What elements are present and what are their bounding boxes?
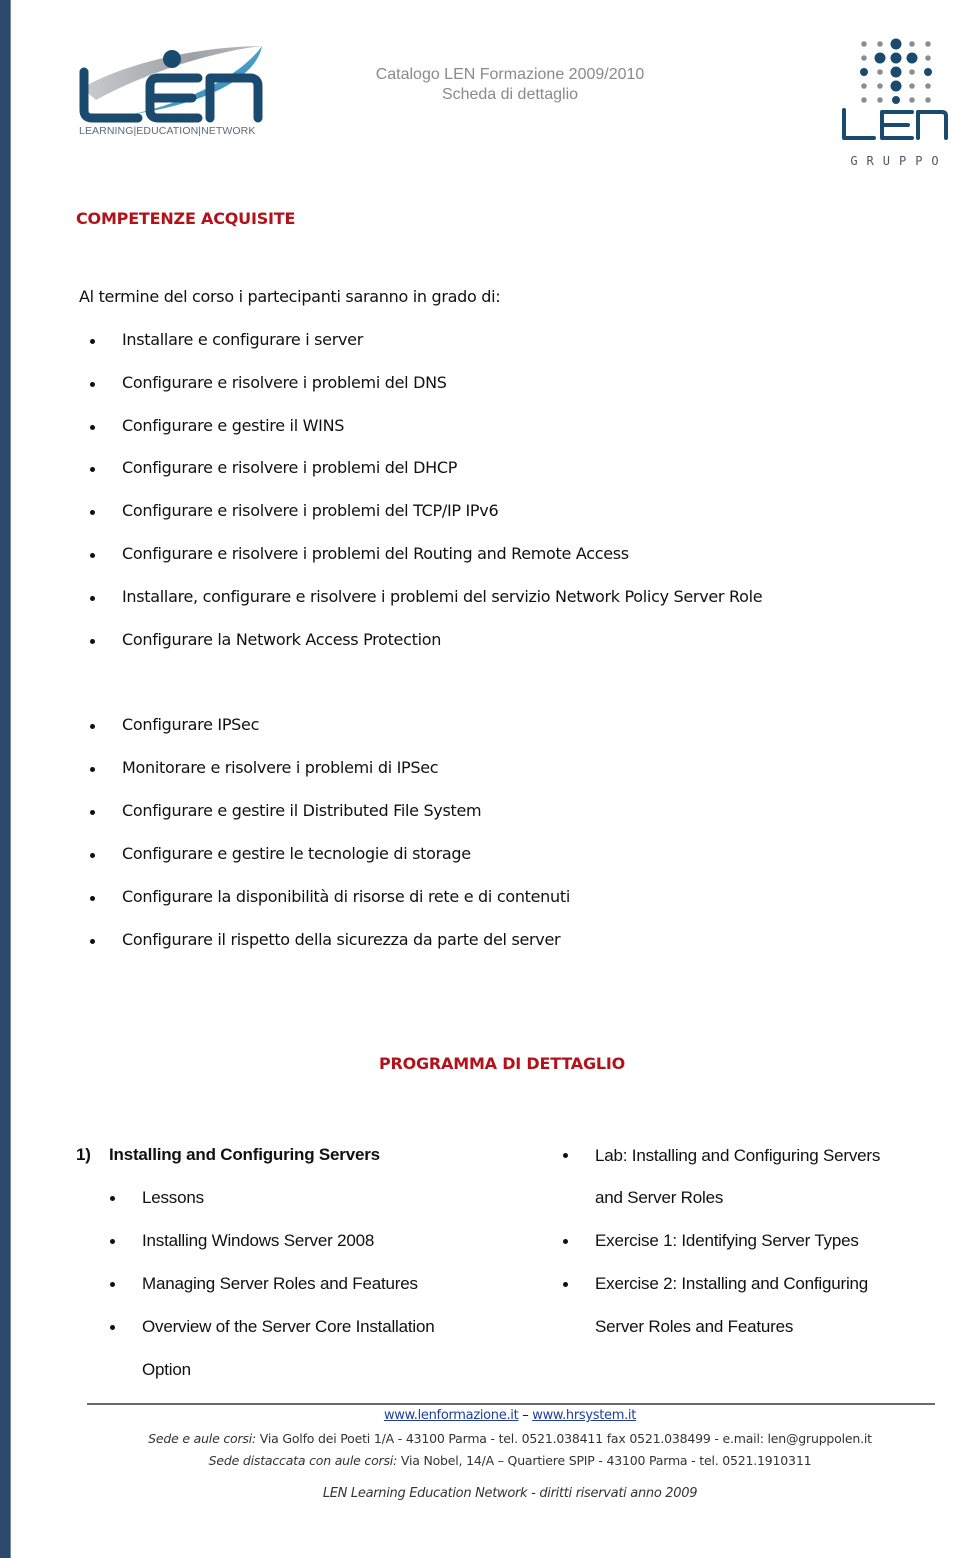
page-left-border [0,0,11,1558]
logo-dot [861,83,867,89]
logo-dot [860,68,868,76]
bullet-icon [90,853,95,858]
gruppo-dots-graphic [842,38,948,140]
bullet-icon [90,596,95,601]
list-item-text: Configurare e gestire il Distributed Fil… [122,801,482,820]
footer-links: www.lenformazione.it – www.hrsystem.it [0,1408,960,1423]
footer-copyright: LEN Learning Education Network - diritti… [322,1486,698,1501]
bullet-icon [90,810,95,815]
logo-dot [877,69,883,75]
logo-dot [925,55,931,61]
list-item-text: Overview of the Server Core Installation [142,1317,435,1336]
logo-dot [892,96,900,104]
list-item-text: Configurare e risolvere i problemi del D… [122,373,447,392]
bullet-icon [110,1196,115,1201]
len-logo-tagline: LEARNING|EDUCATION|NETWORK [79,125,256,137]
list-item-text: Option [142,1360,191,1379]
logo-dot [909,41,915,47]
list-item-text: Server Roles and Features [595,1317,794,1336]
logo-dot [925,83,931,89]
address-main-label: Sede e aule corsi: [148,1431,257,1446]
logo-dot [861,55,867,61]
logo-dot [861,97,867,103]
bullet-icon [90,339,95,344]
catalog-title: Catalogo LEN Formazione 2009/2010 [375,66,645,83]
logo-dot [925,97,931,103]
footer-address-main: Sede e aule corsi: Via Golfo dei Poeti 1… [0,1431,960,1446]
bullet-icon [90,939,95,944]
footer-divider [87,1403,935,1405]
bullet-icon [563,1239,568,1244]
bullet-icon [110,1239,115,1244]
list-item-text: Managing Server Roles and Features [142,1274,418,1293]
bullet-icon [563,1153,568,1158]
list-item-text: and Server Roles [595,1188,724,1207]
bullet-icon [563,1282,568,1287]
list-item-text: Configurare e risolvere i problemi del R… [122,544,629,563]
logo-dot [877,41,883,47]
logo-dot [925,41,931,47]
logo-dot [877,83,883,89]
lenformazione-link[interactable]: www.lenformazione.it [384,1408,519,1423]
header-title: Catalogo LEN Formazione 2009/2010 Scheda… [340,65,680,105]
list-item-text: Exercise 2: Installing and Configuring [595,1274,869,1293]
address-branch-label: Sede distaccata con aule corsi: [208,1453,398,1468]
len-learning-logo: LEARNING|EDUCATION|NETWORK [74,40,266,144]
list-item-text: Exercise 1: Identifying Server Types [595,1231,859,1250]
bullet-icon [90,467,95,472]
bullet-icon [110,1282,115,1287]
len-logo-graphic [79,46,263,123]
bullet-icon [90,510,95,515]
list-item-text: Installare e configurare i server [122,330,363,349]
list-item-text: Installing Windows Server 2008 [142,1231,375,1250]
logo-dot [861,41,867,47]
logo-dot [909,97,915,103]
competenze-heading: COMPETENZE ACQUISITE [76,209,296,228]
bullet-icon [90,724,95,729]
logo-dot [890,66,902,78]
logo-dot [909,69,915,75]
list-item-text: Configurare IPSec [122,715,260,734]
logo-dot [909,83,915,89]
list-item-text: Configurare e gestire le tecnologie di s… [122,844,471,863]
list-item-text: Configurare e risolvere i problemi del D… [122,458,458,477]
bullet-icon [90,896,95,901]
address-main-text: Via Golfo dei Poeti 1/A - 43100 Parma - … [256,1431,872,1446]
catalog-subtitle: Scheda di dettaglio [441,86,579,103]
bullet-icon [90,553,95,558]
hrsystem-link[interactable]: www.hrsystem.it [532,1408,636,1423]
logo-dot [890,52,902,64]
list-item-text: Monitorare e risolvere i problemi di IPS… [122,758,439,777]
logo-dot [906,52,918,64]
list-item-text: Installare, configurare e risolvere i pr… [122,587,763,606]
list-item-text: Configurare la Network Access Protection [122,630,442,649]
logo-dot [890,80,902,92]
module-number: 1) [76,1145,91,1164]
logo-dot [874,52,886,64]
len-gruppo-logo: GRUPPO [838,36,950,170]
list-item-text: Configurare la disponibilità di risorse … [122,887,570,906]
logo-dot [924,68,932,76]
list-item-text: Configurare e gestire il WINS [122,416,345,435]
bullet-icon [90,425,95,430]
bullet-icon [110,1325,115,1330]
list-item-text: Configurare e risolvere i problemi del T… [122,501,499,520]
gruppo-logo-subtitle: GRUPPO [850,154,948,168]
list-item-text: Configurare il rispetto della sicurezza … [122,930,561,949]
link-separator: – [518,1408,533,1423]
competenze-intro: Al termine del corso i partecipanti sara… [79,287,501,306]
bullet-icon [90,382,95,387]
list-item-text: Lab: Installing and Configuring Servers [595,1146,881,1165]
module-title: Installing and Configuring Servers [109,1145,380,1164]
logo-dot [890,38,902,50]
logo-dot [877,97,883,103]
footer-address-branch: Sede distaccata con aule corsi: Via Nobe… [0,1453,960,1468]
programma-heading: PROGRAMMA DI DETTAGLIO [378,1054,626,1073]
bullet-icon [90,767,95,772]
address-branch-text: Via Nobel, 14/A – Quartiere SPIP - 43100… [397,1453,812,1468]
list-item-text: Lessons [142,1188,204,1207]
bullet-icon [90,639,95,644]
